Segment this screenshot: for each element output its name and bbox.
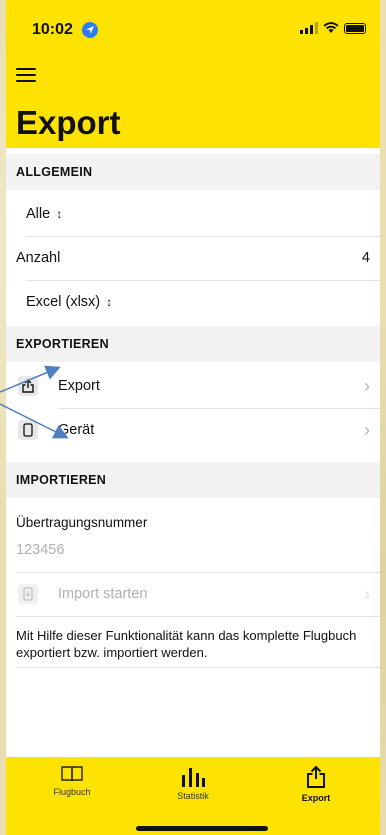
footer-note: Mit Hilfe dieser Funktionalität kann das… xyxy=(16,628,357,660)
export-row[interactable]: Export › xyxy=(6,364,380,408)
tab-statistik[interactable]: Statistik xyxy=(153,765,233,801)
chevron-right-icon: › xyxy=(364,419,370,440)
chevron-updown-icon: ↕ xyxy=(106,295,113,309)
section-header-importieren: IMPORTIEREN xyxy=(6,462,380,498)
filter-select[interactable]: Alle ↕ xyxy=(6,192,380,236)
device-icon xyxy=(18,420,38,440)
geraet-row[interactable]: Gerät › xyxy=(6,408,380,452)
transfer-value: 123456 xyxy=(16,542,65,558)
page-title: Export xyxy=(16,104,121,141)
home-indicator xyxy=(136,826,268,831)
import-label: Import starten xyxy=(58,586,148,602)
anzahl-value: 4 xyxy=(361,250,370,266)
book-icon xyxy=(61,766,83,782)
tab-bar: Flugbuch Statistik Export xyxy=(6,757,380,835)
status-icons xyxy=(300,22,366,34)
format-value: Excel (xlsx) xyxy=(26,294,101,310)
anzahl-row: Anzahl 4 xyxy=(6,236,380,280)
geraet-label: Gerät xyxy=(58,422,95,438)
tab-label: Flugbuch xyxy=(53,787,91,797)
phone-screen: 10:02 Export ALLGEMEIN Alle ↕ Anzahl 4 E… xyxy=(6,0,380,835)
chevron-updown-icon: ↕ xyxy=(56,207,63,221)
chevron-right-icon: › xyxy=(364,375,370,396)
import-icon xyxy=(18,584,38,604)
chevron-right-icon: › xyxy=(364,583,370,604)
share-icon xyxy=(307,765,325,788)
filter-value: Alle xyxy=(26,206,51,222)
share-icon xyxy=(18,376,38,396)
import-start-row[interactable]: Import starten › xyxy=(6,572,380,616)
transfer-number-input[interactable]: 123456 xyxy=(6,528,380,572)
format-select[interactable]: Excel (xlsx) ↕ xyxy=(6,280,380,324)
chart-icon xyxy=(182,768,205,787)
status-time: 10:02 xyxy=(32,21,73,38)
section-header-allgemein: ALLGEMEIN xyxy=(6,154,380,190)
section-header-exportieren: EXPORTIEREN xyxy=(6,326,380,362)
anzahl-label: Anzahl xyxy=(16,250,61,266)
tab-label: Statistik xyxy=(177,791,209,801)
hamburger-menu-icon[interactable] xyxy=(16,68,36,86)
signal-icon xyxy=(300,22,318,34)
tab-label: Export xyxy=(301,793,331,803)
wifi-icon xyxy=(323,22,339,33)
tab-export[interactable]: Export xyxy=(276,765,356,803)
export-label: Export xyxy=(58,378,100,394)
battery-icon xyxy=(344,22,366,34)
tab-flugbuch[interactable]: Flugbuch xyxy=(32,765,112,797)
location-icon xyxy=(82,22,98,38)
